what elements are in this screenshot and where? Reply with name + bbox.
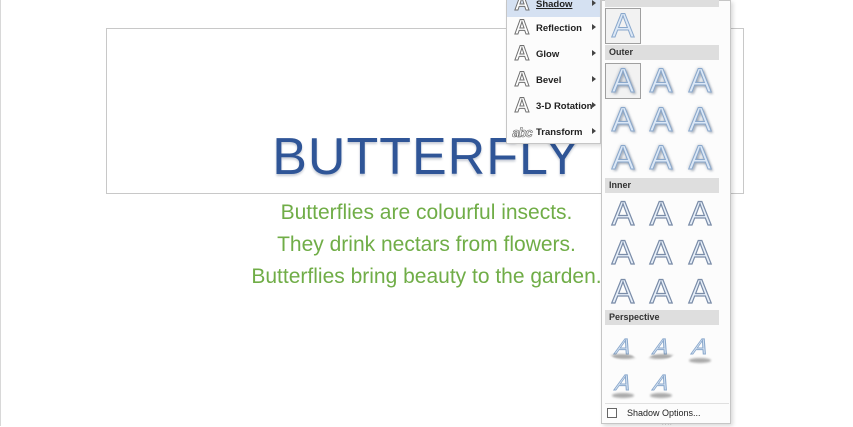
shadow-inner-tile[interactable]: A bbox=[643, 273, 679, 311]
menu-item-transform[interactable]: abc Transform bbox=[507, 119, 600, 145]
letter-a-icon: A bbox=[611, 62, 635, 100]
shadow-perspective-tile[interactable]: A bbox=[643, 365, 679, 401]
letter-a-shadow-icon: A bbox=[514, 0, 530, 16]
letter-a-icon: A bbox=[688, 195, 712, 233]
menu-item-3d-rotation[interactable]: A 3-D Rotation bbox=[507, 93, 600, 119]
letter-a-icon: A bbox=[688, 234, 712, 272]
letter-a-icon: A bbox=[611, 139, 635, 177]
letter-a-icon: A bbox=[649, 62, 673, 100]
letter-a-icon: A bbox=[649, 273, 673, 311]
letter-a-icon: A bbox=[611, 334, 635, 360]
shadow-outer-tile[interactable]: A bbox=[605, 62, 641, 100]
letter-a-icon: A bbox=[688, 139, 712, 177]
shadow-outer-tile[interactable]: A bbox=[605, 101, 641, 139]
shadow-outer-tile[interactable]: A bbox=[605, 139, 641, 177]
submenu-arrow-icon bbox=[592, 102, 596, 108]
letter-a-icon: A bbox=[611, 101, 635, 139]
shadow-inner-tile[interactable]: A bbox=[682, 234, 718, 272]
shadow-options-label: Shadow Options... bbox=[627, 408, 701, 418]
shadow-outer-tile[interactable]: A bbox=[682, 101, 718, 139]
shadow-none-tile[interactable]: A bbox=[605, 7, 641, 45]
letter-a-glow-icon: A bbox=[514, 42, 530, 66]
section-header-outer: Outer bbox=[605, 45, 719, 60]
text-effects-menu: A Shadow A Reflection A Glow A Bevel A 3… bbox=[506, 0, 601, 144]
letter-a-icon: A bbox=[611, 234, 635, 272]
submenu-arrow-icon bbox=[592, 76, 596, 82]
shadow-perspective-tile[interactable]: A bbox=[643, 329, 679, 365]
menu-item-label: Bevel bbox=[536, 74, 562, 86]
submenu-arrow-icon bbox=[592, 128, 596, 134]
menu-item-glow[interactable]: A Glow bbox=[507, 41, 600, 67]
shadow-inner-tile[interactable]: A bbox=[605, 234, 641, 272]
letter-a-icon: A bbox=[611, 7, 635, 45]
shadow-options-icon bbox=[607, 408, 617, 418]
letter-a-icon: A bbox=[649, 101, 673, 139]
menu-item-label: Glow bbox=[536, 48, 560, 60]
letter-a-icon: A bbox=[649, 139, 673, 177]
letter-a-bevel-icon: A bbox=[514, 68, 530, 92]
section-header-perspective: Perspective bbox=[605, 310, 719, 325]
menu-item-label: Shadow bbox=[536, 0, 573, 10]
shadow-inner-tile[interactable]: A bbox=[682, 273, 718, 311]
shadow-shape bbox=[650, 393, 672, 398]
shadow-inner-tile[interactable]: A bbox=[643, 195, 679, 233]
shadow-outer-tile[interactable]: A bbox=[682, 139, 718, 177]
submenu-arrow-icon bbox=[592, 0, 596, 6]
letter-a-icon: A bbox=[649, 234, 673, 272]
menu-item-bevel[interactable]: A Bevel bbox=[507, 67, 600, 93]
shadow-shape bbox=[689, 358, 711, 363]
section-header-no-shadow bbox=[605, 0, 719, 7]
shadow-outer-tile[interactable]: A bbox=[682, 62, 718, 100]
letter-a-icon: A bbox=[611, 273, 635, 311]
shadow-shape bbox=[612, 393, 634, 398]
abc-transform-icon: abc bbox=[512, 124, 533, 140]
letter-a-reflection-icon: A bbox=[514, 16, 530, 40]
resize-grip-icon[interactable]: .... bbox=[662, 421, 673, 427]
shadow-inner-tile[interactable]: A bbox=[605, 273, 641, 311]
menu-item-label: Reflection bbox=[536, 22, 582, 34]
shadow-inner-tile[interactable]: A bbox=[682, 195, 718, 233]
shadow-perspective-tile[interactable]: A bbox=[682, 329, 718, 365]
shadow-outer-tile[interactable]: A bbox=[643, 101, 679, 139]
menu-item-label: Transform bbox=[536, 126, 583, 138]
letter-a-icon: A bbox=[688, 273, 712, 311]
letter-a-icon: A bbox=[688, 101, 712, 139]
shadow-inner-tile[interactable]: A bbox=[643, 234, 679, 272]
shadow-perspective-tile[interactable]: A bbox=[605, 329, 641, 365]
letter-a-icon: A bbox=[649, 195, 673, 233]
shadow-inner-tile[interactable]: A bbox=[605, 195, 641, 233]
letter-a-3d-rotation-icon: A bbox=[514, 94, 530, 118]
menu-item-reflection[interactable]: A Reflection bbox=[507, 15, 600, 41]
section-header-inner: Inner bbox=[605, 178, 719, 193]
submenu-arrow-icon bbox=[592, 50, 596, 56]
shadow-gallery: A Outer A A A A A A A A A Inner A A A A … bbox=[601, 0, 731, 427]
shadow-perspective-tile[interactable]: A bbox=[605, 365, 641, 401]
shadow-shape bbox=[647, 354, 675, 359]
letter-a-icon: A bbox=[611, 195, 635, 233]
shadow-outer-tile[interactable]: A bbox=[643, 139, 679, 177]
letter-a-icon: A bbox=[688, 62, 712, 100]
submenu-arrow-icon bbox=[592, 24, 596, 30]
shadow-options-button[interactable]: Shadow Options... bbox=[605, 403, 729, 422]
letter-a-icon: A bbox=[649, 334, 673, 360]
menu-item-label: 3-D Rotation bbox=[536, 100, 593, 112]
shadow-outer-tile[interactable]: A bbox=[643, 62, 679, 100]
